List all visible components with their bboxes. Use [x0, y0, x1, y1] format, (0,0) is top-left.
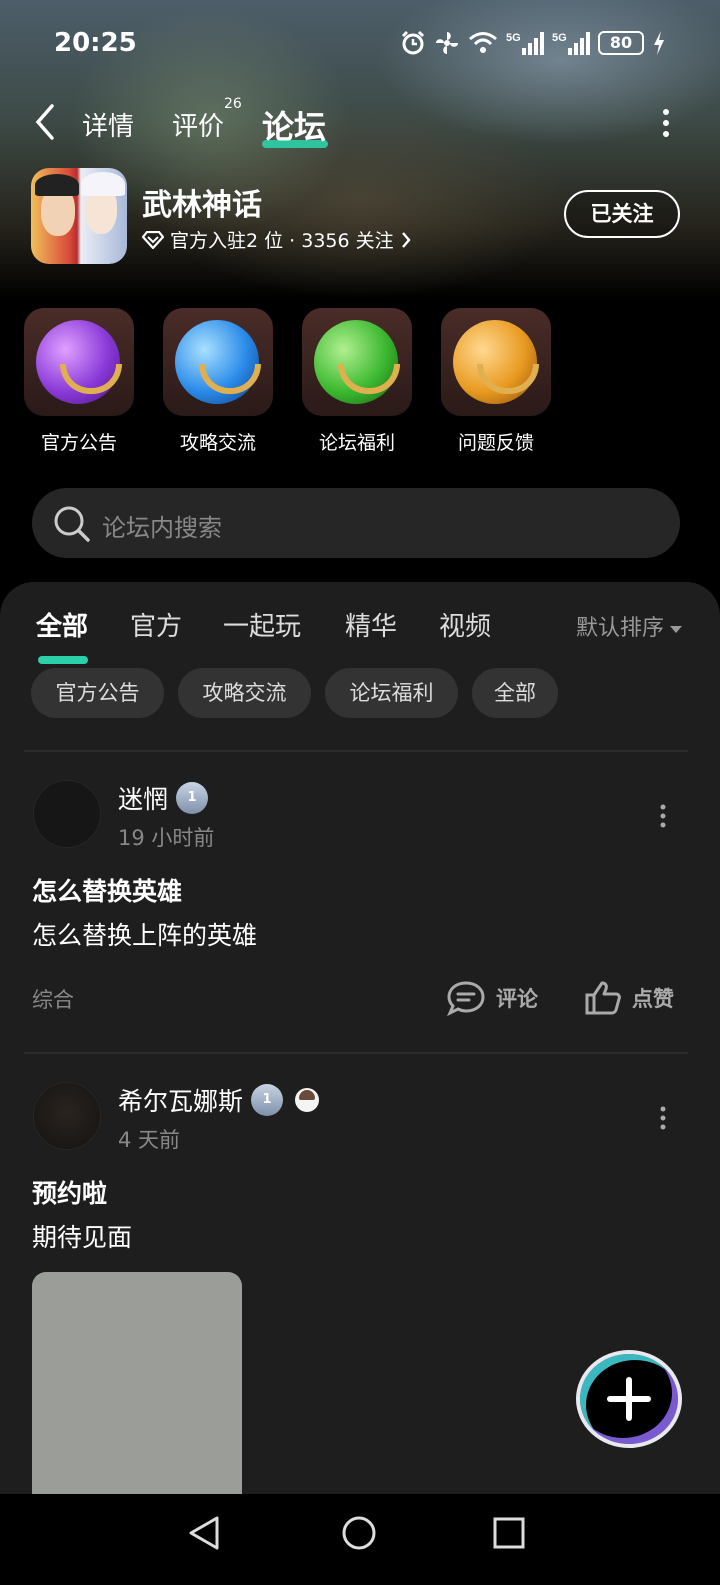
category-official-announcements[interactable]: 官方公告: [24, 308, 134, 455]
post-title: 预约啦: [32, 1179, 108, 1208]
category-shortcuts: 官方公告 攻略交流 论坛福利 问题反馈: [0, 308, 720, 458]
tab-details[interactable]: 详情: [82, 106, 134, 143]
divider: [24, 750, 688, 752]
chip-welfare[interactable]: 论坛福利: [325, 668, 458, 718]
signal-5g-icon: 5G: [552, 32, 590, 55]
post-time: 19 小时前: [118, 826, 215, 850]
game-meta-link[interactable]: 官方入驻2 位 · 3356 关注: [142, 226, 412, 253]
orb-icon: [441, 308, 551, 416]
post-more-icon[interactable]: [656, 804, 670, 828]
reviews-count-badge: 26: [224, 96, 242, 112]
author-name: 迷惘: [118, 785, 169, 814]
chip-guides[interactable]: 攻略交流: [178, 668, 311, 718]
category-guides[interactable]: 攻略交流: [163, 308, 273, 455]
game-meta-text: 官方入驻2 位 · 3356 关注: [170, 230, 394, 252]
category-label: 论坛福利: [318, 432, 395, 454]
post-body: 期待见面: [32, 1223, 133, 1252]
like-label: 点赞: [632, 987, 674, 1011]
category-feedback[interactable]: 问题反馈: [441, 308, 551, 455]
signal-5g-icon: 5G: [506, 32, 544, 55]
diamond-icon: [142, 230, 164, 249]
search-icon: [54, 506, 90, 542]
category-welfare[interactable]: 论坛福利: [302, 308, 412, 455]
chip-official-announcements[interactable]: 官方公告: [31, 668, 164, 718]
status-icons: 5G 5G 80: [400, 30, 666, 56]
tab-reviews[interactable]: 评价: [172, 106, 224, 143]
level-badge-icon: 1: [251, 1084, 284, 1116]
search-placeholder: 论坛内搜索: [102, 514, 222, 542]
top-nav: 详情 评价 26 论坛: [0, 96, 720, 152]
caret-down-icon: [670, 625, 683, 633]
avatar-frame-icon: [295, 1088, 320, 1112]
game-icon-art: [35, 174, 79, 196]
category-label: 官方公告: [40, 432, 117, 454]
divider: [24, 1052, 688, 1054]
category-label: 问题反馈: [457, 432, 534, 454]
feed-tabs: 全部 官方 一起玩 精华 视频 默认排序: [0, 606, 720, 664]
author-name: 希尔瓦娜斯: [118, 1087, 244, 1116]
thumbs-up-icon: [585, 981, 621, 1015]
nav-recents-icon[interactable]: [492, 1514, 526, 1552]
post-title: 怎么替换英雄: [32, 877, 183, 906]
svg-text:5G: 5G: [552, 32, 567, 44]
feed-tab-play-together[interactable]: 一起玩: [223, 606, 301, 643]
status-bar: 20:25 5G 5G 80: [0, 26, 720, 66]
like-button[interactable]: 点赞: [584, 980, 674, 1016]
back-icon[interactable]: [30, 102, 60, 142]
feed-tab-all[interactable]: 全部: [36, 606, 88, 643]
game-title: 武林神话: [142, 188, 262, 223]
game-icon-art: [81, 172, 125, 196]
feed-tab-video[interactable]: 视频: [439, 606, 491, 643]
orb-icon: [163, 308, 273, 416]
post-more-icon[interactable]: [656, 1106, 670, 1130]
comment-label: 评论: [496, 987, 538, 1011]
orb-icon: [24, 308, 134, 416]
comment-icon: [447, 981, 485, 1016]
post-author[interactable]: 迷惘 1: [118, 780, 209, 816]
post-category-tag: 综合: [32, 988, 74, 1012]
feed-tab-featured[interactable]: 精华: [345, 606, 397, 643]
create-post-button[interactable]: [576, 1350, 682, 1448]
orb-icon: [302, 308, 412, 416]
tab-forum[interactable]: 论坛: [262, 102, 326, 148]
category-label: 攻略交流: [179, 432, 256, 454]
system-nav-bar: [0, 1494, 720, 1585]
forum-search-input[interactable]: 论坛内搜索: [32, 488, 680, 558]
plus-icon: [607, 1377, 651, 1421]
post-body: 怎么替换上阵的英雄: [32, 921, 258, 950]
nav-back-icon[interactable]: [186, 1514, 222, 1552]
feed-tab-official[interactable]: 官方: [130, 606, 182, 643]
post-image[interactable]: [32, 1272, 242, 1502]
alarm-icon: [401, 30, 425, 55]
avatar[interactable]: [33, 780, 101, 848]
follow-button[interactable]: 已关注: [564, 190, 680, 238]
battery-icon: 80: [598, 31, 644, 55]
post-card[interactable]: 迷惘 1 19 小时前 怎么替换英雄 怎么替换上阵的英雄 综合 评论 点赞: [0, 780, 720, 1040]
game-info: 武林神话 官方入驻2 位 · 3356 关注 已关注: [0, 166, 720, 266]
post-footer: 综合 评论 点赞: [0, 980, 720, 1020]
chevron-right-icon: [401, 231, 411, 248]
level-badge-icon: 1: [176, 782, 209, 814]
chip-all[interactable]: 全部: [472, 668, 558, 718]
feed-tab-indicator: [38, 656, 88, 664]
more-options-icon[interactable]: [658, 108, 674, 138]
charging-icon: [654, 31, 664, 55]
game-app-icon[interactable]: [31, 168, 127, 264]
comment-button[interactable]: 评论: [446, 980, 538, 1016]
post-author[interactable]: 希尔瓦娜斯 1: [118, 1082, 320, 1118]
sort-label: 默认排序: [576, 616, 665, 641]
filter-chips: 官方公告 攻略交流 论坛福利 全部: [0, 668, 720, 720]
nav-home-icon[interactable]: [340, 1514, 378, 1552]
post-time: 4 天前: [118, 1128, 181, 1152]
svg-text:5G: 5G: [506, 32, 521, 44]
avatar[interactable]: [33, 1082, 101, 1150]
sort-dropdown[interactable]: 默认排序: [576, 610, 683, 642]
fan-icon: [436, 32, 458, 54]
status-time: 20:25: [54, 28, 137, 58]
wifi-icon: [469, 32, 497, 53]
